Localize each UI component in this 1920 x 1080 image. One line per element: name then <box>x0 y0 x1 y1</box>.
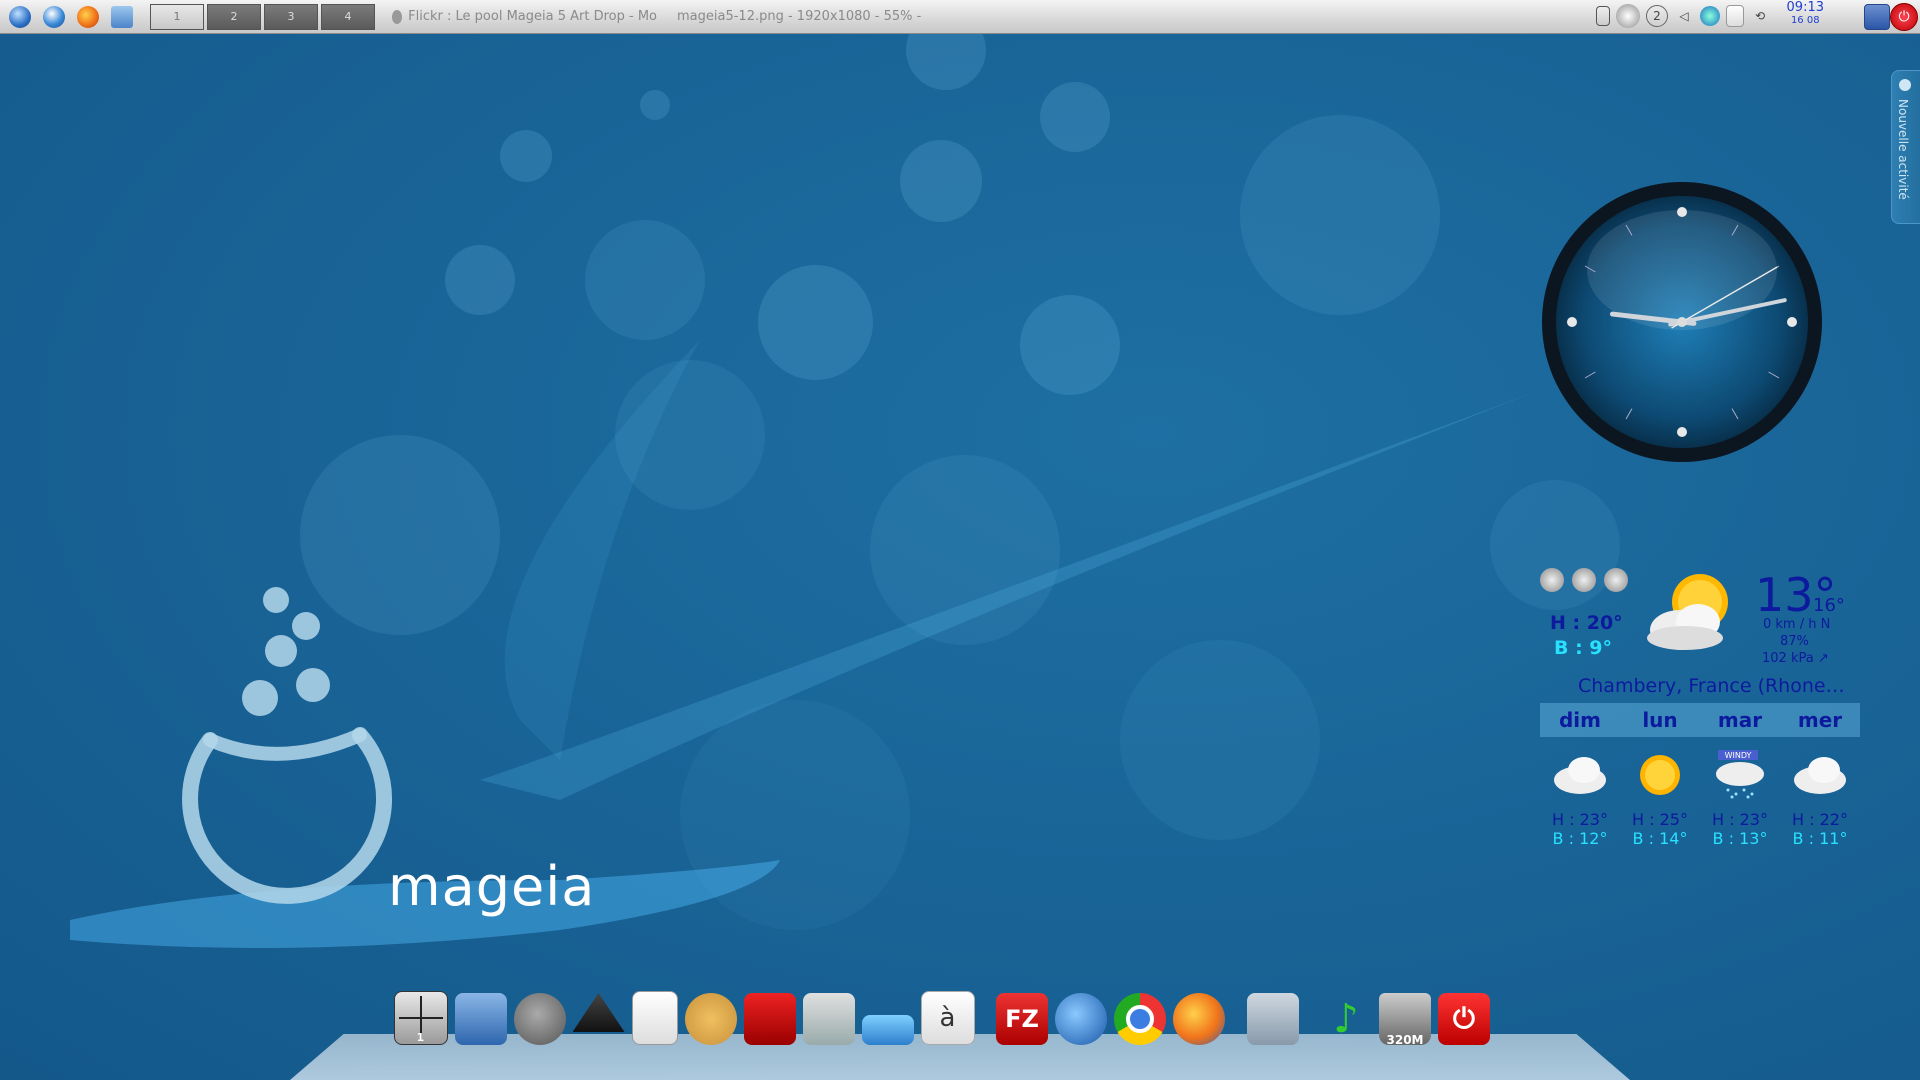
forecast-high: H : 23° <box>1712 810 1768 829</box>
forecast-day-4: H : 22° B : 11° <box>1780 750 1860 848</box>
desktop-2[interactable]: 2 <box>207 3 261 30</box>
firefox-icon <box>77 5 99 28</box>
moon-icon <box>1899 79 1911 91</box>
top-panel: 1 2 3 4 Flickr : Le pool Mageia 5 Art Dr… <box>0 0 1920 34</box>
sunny-icon <box>1640 755 1680 795</box>
browser-launcher[interactable] <box>40 4 68 30</box>
browser-task-icon <box>392 9 403 24</box>
gimp-icon[interactable] <box>513 993 566 1045</box>
windy-rain-icon: WINDY <box>1716 750 1764 799</box>
clock-hour-marker <box>1677 427 1687 437</box>
forecast-days-bar: dim lun mar mer <box>1540 703 1860 737</box>
windy-badge: WINDY <box>1725 751 1752 760</box>
shutdown-icon[interactable]: ⏻ <box>1438 993 1490 1045</box>
feels-like-temperature: 16° <box>1813 595 1845 616</box>
inkscape-icon[interactable] <box>572 993 625 1032</box>
desktop-pager: 1 2 3 4 <box>150 3 378 30</box>
chrome-center <box>1126 1005 1154 1033</box>
forecast-day-3: WINDY H : 23° B : 13° <box>1700 750 1780 848</box>
clock-hour-marker <box>1677 207 1687 217</box>
file-manager-icon[interactable] <box>454 993 507 1045</box>
forecast-high: H : 23° <box>1552 810 1608 829</box>
forecast-day-1: H : 23° B : 12° <box>1540 750 1620 848</box>
chrome-icon[interactable] <box>1114 993 1166 1045</box>
cloudy-icon <box>1554 757 1606 794</box>
task-flickr[interactable]: Flickr : Le pool Mageia 5 Art Drop - Mo <box>392 9 657 24</box>
disc-icon[interactable] <box>1616 4 1640 28</box>
settings-icon[interactable] <box>1540 568 1564 592</box>
forecast-low: B : 12° <box>1552 829 1608 848</box>
pager-number: 1 <box>416 1031 425 1044</box>
weather-location: Chambery, France (Rhone… <box>1578 675 1845 697</box>
weather-widget[interactable]: H : 20° B : 9° 13° 16° 0 km / h N 87% 10… <box>1530 560 1870 860</box>
mageia-menu-button[interactable] <box>6 4 34 30</box>
desktop-1[interactable]: 1 <box>150 3 204 30</box>
task-label: Flickr : Le pool Mageia 5 Art Drop - Mo <box>408 9 657 24</box>
system-tray: 2 ◁ ⟲ <box>1596 4 1770 28</box>
mageia-wordmark: mageia <box>388 855 596 918</box>
clipboard-icon[interactable] <box>1726 5 1744 27</box>
volume-icon[interactable]: ◁ <box>1674 6 1694 26</box>
screen-recorder-icon[interactable] <box>1246 993 1299 1045</box>
humidity: 87% <box>1780 634 1809 649</box>
desktop-3[interactable]: 3 <box>264 3 318 30</box>
network-icon[interactable] <box>1700 6 1720 26</box>
power-button[interactable]: ⏻ <box>1890 3 1918 31</box>
today-high: H : 20° <box>1550 612 1623 634</box>
forecast-low: B : 11° <box>1792 829 1848 848</box>
pressure: 102 kPa ↗ <box>1762 651 1829 666</box>
camera-icon[interactable] <box>802 993 855 1045</box>
forecast-day-2: H : 25° B : 14° <box>1620 750 1700 848</box>
panel-clock-time: 09:13 <box>1786 0 1824 15</box>
clock-hour-marker <box>1567 317 1577 327</box>
desktop-4[interactable]: 4 <box>321 3 375 30</box>
forecast-high: H : 22° <box>1792 810 1848 829</box>
battery-icon[interactable] <box>1596 6 1610 26</box>
firefox-icon[interactable] <box>1173 993 1225 1045</box>
today-low: B : 9° <box>1554 637 1613 659</box>
info-icon[interactable] <box>1572 568 1596 592</box>
activity-sidebar-tab[interactable]: Nouvelle activité <box>1891 70 1920 224</box>
forecast-low: B : 14° <box>1632 829 1688 848</box>
task-label: mageia5-12.png - 1920x1080 - 55% - G <box>677 9 921 24</box>
dock: 1 à FZ ♪ 320M ⏻ <box>390 985 1494 1047</box>
image-viewer-icon[interactable] <box>631 991 678 1045</box>
video-editor-icon[interactable] <box>743 993 796 1045</box>
forecast-day-label: dim <box>1558 708 1601 732</box>
forecast-day-label: mer <box>1797 708 1843 732</box>
forecast-low: B : 13° <box>1712 829 1768 848</box>
forecast-day-label: mar <box>1717 708 1763 732</box>
firefox-launcher[interactable] <box>74 4 102 30</box>
scanner-icon[interactable] <box>861 1015 914 1045</box>
character-map-icon[interactable]: à <box>920 991 975 1045</box>
wind-speed: 0 km / h N <box>1763 617 1831 632</box>
forecast-high: H : 25° <box>1632 810 1688 829</box>
panel-clock-date: 16 08 <box>1790 15 1820 26</box>
update-icon[interactable]: ⟲ <box>1750 6 1770 26</box>
partly-sunny-icon <box>1647 574 1728 650</box>
mageia-logo <box>182 587 392 904</box>
filezilla-icon[interactable]: FZ <box>996 993 1048 1045</box>
activity-tab-label: Nouvelle activité <box>1896 99 1910 200</box>
task-gwenview[interactable]: mageia5-12.png - 1920x1080 - 55% - G <box>671 9 921 24</box>
lock-screen-button[interactable] <box>1864 4 1890 30</box>
favorites-icon <box>111 5 133 28</box>
favorites-launcher[interactable] <box>108 4 136 30</box>
pager-icon[interactable]: 1 <box>393 991 448 1045</box>
music-player-icon[interactable]: ♪ <box>1320 993 1372 1045</box>
mageia-menu-icon <box>9 5 31 28</box>
browser-icon <box>43 5 65 28</box>
forecast-day-label: lun <box>1642 708 1678 732</box>
cloudy-icon <box>1794 757 1846 794</box>
paint-icon[interactable] <box>684 993 737 1045</box>
notification-count-icon[interactable]: 2 <box>1646 5 1668 27</box>
trash-icon[interactable]: 320M <box>1379 993 1431 1047</box>
thunderbird-icon[interactable] <box>1055 993 1107 1045</box>
panel-clock[interactable]: 09:13 16 08 <box>1787 1 1824 27</box>
map-icon[interactable] <box>1604 568 1628 592</box>
trash-size-label: 320M <box>1386 1033 1424 1047</box>
clock-hour-marker <box>1787 317 1797 327</box>
analog-clock-widget[interactable] <box>1540 180 1825 465</box>
